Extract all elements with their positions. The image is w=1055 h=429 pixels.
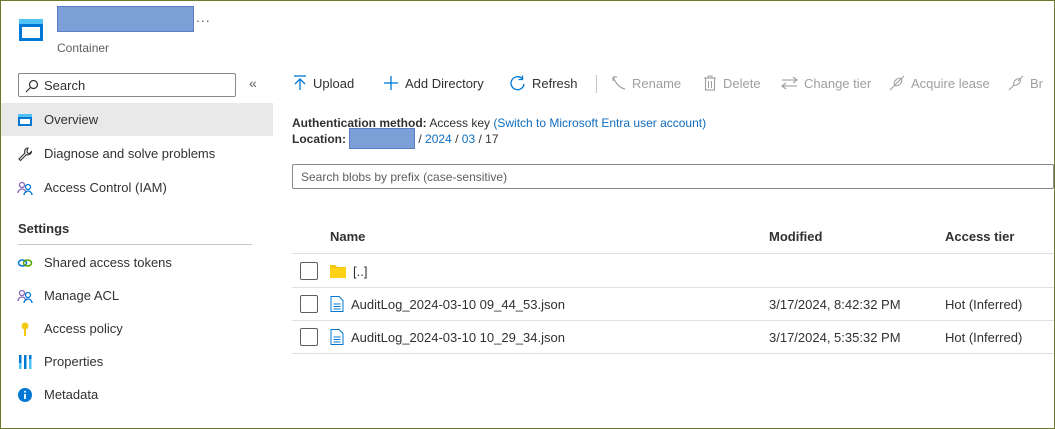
breadcrumb-day: 17 (485, 132, 499, 147)
blob-prefix-search-input[interactable]: Search blobs by prefix (case-sensitive) (292, 164, 1054, 189)
acquire-lease-button[interactable]: Acquire lease (889, 69, 990, 97)
sidebar-item-label: Access policy (44, 321, 123, 336)
plus-icon (384, 76, 398, 90)
resource-type-label: Container (57, 41, 110, 55)
break-lease-label: Br (1030, 75, 1043, 91)
people-icon (17, 181, 33, 196)
search-placeholder: Search (44, 78, 86, 93)
toolbar-separator (596, 75, 597, 93)
row-checkbox[interactable] (300, 328, 318, 346)
sidebar-item-diagnose[interactable]: Diagnose and solve problems (1, 137, 273, 170)
auth-method-value: Access key (429, 116, 491, 130)
command-toolbar: Upload Add Directory Refresh Rename Dele… (273, 69, 1054, 97)
table-row[interactable]: AuditLog_2024-03-10 09_44_53.json 3/17/2… (292, 288, 1054, 321)
rename-button[interactable]: Rename (612, 69, 681, 97)
lease-link-icon (889, 75, 905, 91)
sidebar-item-label: Overview (44, 112, 99, 127)
sidebar-item-manage-acl[interactable]: Manage ACL (1, 279, 273, 312)
location-label: Location: (292, 132, 346, 147)
column-header-modified[interactable]: Modified (769, 229, 822, 244)
sidebar-item-access-policy[interactable]: Access policy (1, 312, 273, 345)
wrench-icon (18, 147, 33, 162)
section-divider (18, 244, 252, 245)
table-row[interactable]: AuditLog_2024-03-10 10_29_34.json 3/17/2… (292, 321, 1054, 354)
search-icon (25, 79, 39, 93)
change-tier-label: Change tier (804, 75, 872, 91)
row-checkbox[interactable] (300, 295, 318, 313)
sidebar-item-properties[interactable]: Properties (1, 345, 273, 378)
breadcrumb-month[interactable]: 03 (462, 132, 475, 146)
link-icon (17, 259, 33, 267)
redacted-container-name (57, 6, 194, 32)
container-icon (19, 19, 43, 41)
break-lease-icon (1008, 75, 1024, 91)
blob-modified: 3/17/2024, 5:35:32 PM (769, 330, 901, 345)
sidebar: Search « Overview Diagnose and solve pro… (1, 63, 273, 428)
sidebar-item-overview[interactable]: Overview (1, 103, 273, 136)
path-separator: / (455, 132, 459, 147)
swap-icon (781, 76, 798, 90)
main-content: Upload Add Directory Refresh Rename Dele… (273, 63, 1054, 428)
sidebar-item-metadata[interactable]: Metadata (1, 378, 273, 411)
people-icon (17, 289, 33, 304)
container-icon (18, 114, 32, 126)
table-header: Name Modified Access tier (292, 218, 1054, 254)
file-icon (330, 296, 344, 312)
sidebar-item-label: Manage ACL (44, 288, 120, 303)
key-icon (21, 322, 29, 336)
collapse-sidebar-icon[interactable]: « (249, 75, 257, 91)
container-info: Authentication method: Access key (Switc… (292, 115, 706, 149)
rename-label: Rename (632, 75, 682, 91)
more-options-icon[interactable]: ... (196, 9, 211, 25)
upload-button[interactable]: Upload (293, 69, 354, 97)
azure-portal-frame: ... Container Search « Overview Diagnose… (0, 0, 1055, 429)
upload-label: Upload (313, 75, 355, 91)
upload-icon (294, 75, 306, 90)
redacted-location (349, 128, 415, 149)
settings-section-title: Settings (18, 221, 70, 236)
change-tier-button[interactable]: Change tier (781, 69, 871, 97)
sidebar-item-label: Metadata (44, 387, 99, 402)
sidebar-item-label: Diagnose and solve problems (44, 146, 216, 161)
blob-access-tier: Hot (Inferred) (945, 330, 1023, 345)
parent-directory-link[interactable]: [..] (353, 264, 367, 279)
blob-name-link[interactable]: AuditLog_2024-03-10 09_44_53.json (351, 297, 565, 312)
bars-icon (19, 355, 32, 369)
column-header-name[interactable]: Name (330, 229, 365, 244)
sidebar-item-iam[interactable]: Access Control (IAM) (1, 171, 273, 204)
rename-icon (612, 76, 626, 90)
path-separator: / (418, 132, 422, 147)
sidebar-item-label: Properties (44, 354, 104, 369)
table-row-parent[interactable]: [..] (292, 255, 1054, 288)
path-separator: / (478, 132, 482, 147)
sidebar-item-label: Access Control (IAM) (44, 180, 167, 195)
sidebar-item-shared-access-tokens[interactable]: Shared access tokens (1, 246, 273, 279)
break-lease-button[interactable]: Br (1008, 69, 1043, 97)
refresh-icon (510, 75, 525, 90)
breadcrumb-year[interactable]: 2024 (425, 132, 452, 146)
delete-label: Delete (723, 75, 761, 91)
blob-name-link[interactable]: AuditLog_2024-03-10 10_29_34.json (351, 330, 565, 345)
location-line: Location: / 2024 / 03 / 17 (292, 128, 706, 149)
blob-access-tier: Hot (Inferred) (945, 297, 1023, 312)
refresh-button[interactable]: Refresh (509, 69, 578, 97)
info-icon (18, 388, 32, 402)
sidebar-item-label: Shared access tokens (44, 255, 172, 270)
row-checkbox[interactable] (300, 262, 318, 280)
column-header-access-tier[interactable]: Access tier (945, 229, 1014, 244)
sidebar-search-input[interactable]: Search (18, 73, 236, 97)
switch-auth-link[interactable]: (Switch to Microsoft Entra user account) (493, 116, 706, 130)
file-icon (330, 329, 344, 345)
add-directory-label: Add Directory (405, 75, 484, 91)
prefix-placeholder: Search blobs by prefix (case-sensitive) (301, 170, 508, 184)
delete-icon (704, 75, 716, 91)
acquire-lease-label: Acquire lease (911, 75, 990, 91)
folder-icon (330, 265, 346, 278)
resource-header: ... Container (1, 1, 1054, 63)
blob-modified: 3/17/2024, 8:42:32 PM (769, 297, 901, 312)
add-directory-button[interactable]: Add Directory (383, 69, 484, 97)
delete-button[interactable]: Delete (703, 69, 761, 97)
refresh-label: Refresh (532, 75, 578, 91)
